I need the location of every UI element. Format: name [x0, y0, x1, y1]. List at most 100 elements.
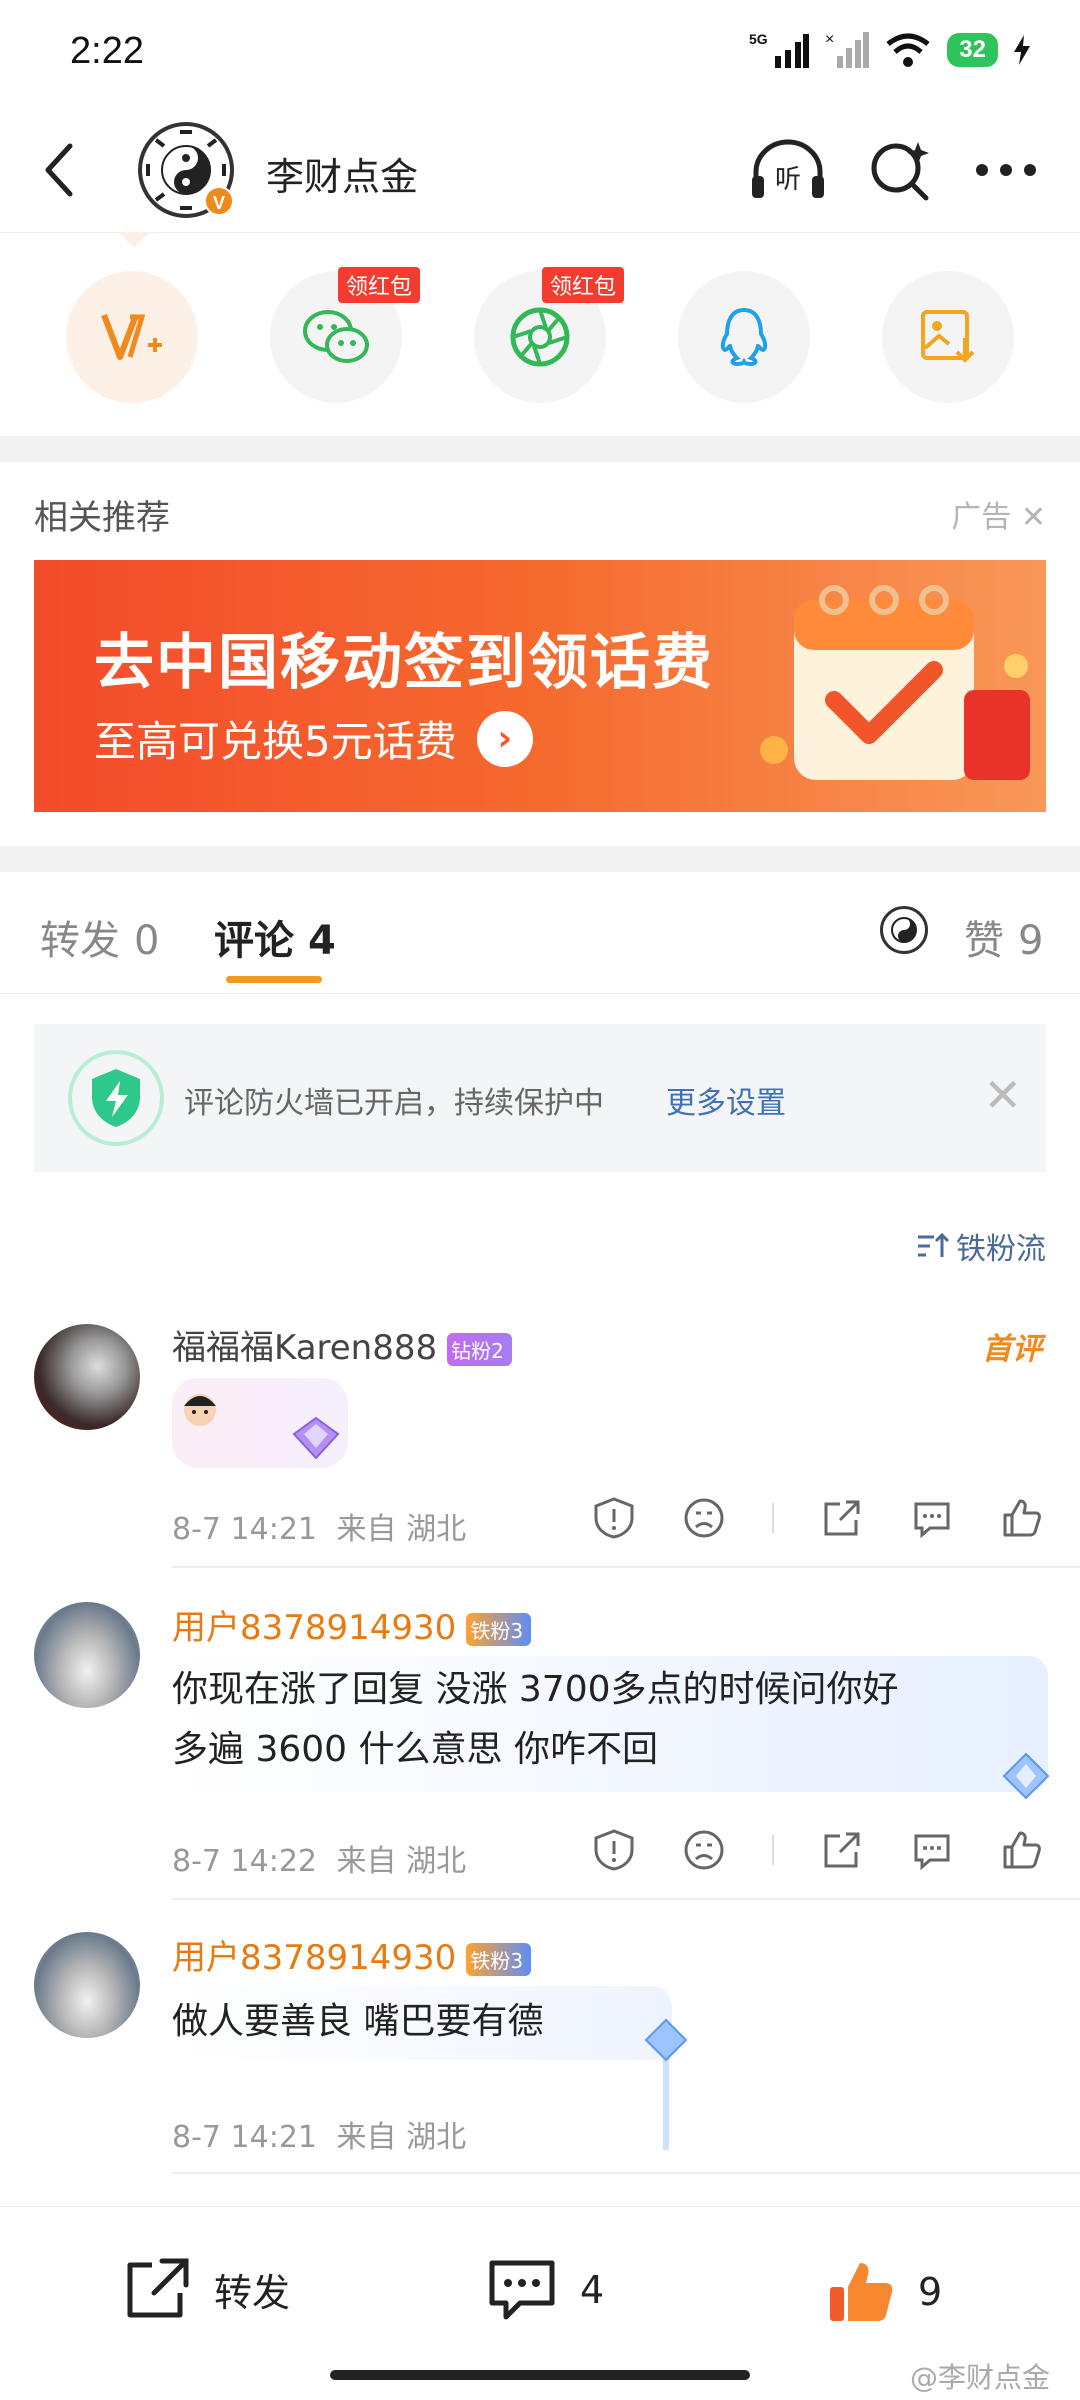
- first-comment-tag: 首评: [982, 1332, 1042, 1367]
- signal-5g-icon: 5G: [749, 31, 810, 68]
- shield-ring: [68, 1050, 164, 1146]
- report-icon[interactable]: [592, 1828, 636, 1872]
- comment-meta: 8-7 14:21 来自 湖北: [172, 1504, 466, 1548]
- sort-icon: [918, 1232, 950, 1257]
- comment-text-line2: 多遍 3600 什么意思 你咋不回: [172, 1729, 658, 1770]
- commenter-avatar[interactable]: [34, 1602, 140, 1708]
- wechat-icon: [303, 310, 369, 363]
- sticker-bubble: [172, 1378, 348, 1468]
- diamond-decoration-icon: [1002, 1752, 1050, 1800]
- like-button[interactable]: 9: [826, 2257, 942, 2327]
- close-icon[interactable]: ✕: [1021, 500, 1046, 535]
- dislike-face-icon[interactable]: [682, 1496, 726, 1540]
- comment-location: 来自 湖北: [336, 1512, 467, 1547]
- active-tab-indicator: [226, 976, 322, 983]
- calendar-check-icon: [760, 585, 1030, 780]
- vip-share-button[interactable]: [66, 271, 198, 403]
- reply-icon[interactable]: [910, 1496, 954, 1540]
- liker-avatar[interactable]: [880, 906, 928, 954]
- section-gap: [0, 846, 1080, 872]
- red-packet-tag: 领红包: [337, 267, 420, 303]
- red-packet-tag: 领红包: [541, 267, 624, 303]
- arrow-right-icon: ›: [476, 710, 533, 767]
- close-icon[interactable]: ✕: [983, 1068, 1022, 1122]
- ad-subline: 至高可兑换5元话费 ›: [94, 708, 533, 769]
- repost-label: 转发: [214, 2270, 291, 2315]
- comment-count: 4: [580, 2268, 605, 2312]
- comment-meta: 8-7 14:22 来自 湖北: [172, 1836, 466, 1880]
- tab-comments-label: 评论: [214, 918, 294, 964]
- tab-likes[interactable]: 赞9: [964, 908, 1043, 966]
- commenter-name[interactable]: 用户8378914930 铁粉3: [172, 1930, 532, 1979]
- more-settings-link[interactable]: 更多设置: [666, 1078, 786, 1122]
- repost-share-icon: [127, 2258, 189, 2318]
- commenter-avatar[interactable]: [34, 1932, 140, 2038]
- share-icon[interactable]: [820, 1496, 864, 1540]
- related-recommend-title: 相关推荐: [34, 498, 170, 538]
- comment-bubble: 做人要善良 嘴巴要有德: [172, 1986, 672, 2060]
- signal-disabled-icon: ×: [825, 31, 870, 68]
- section-gap: [0, 436, 1080, 462]
- ad-banner[interactable]: 去中国移动签到领话费 至高可兑换5元话费 ›: [34, 560, 1046, 812]
- action-separator: [772, 1503, 774, 1533]
- moments-icon: [510, 307, 570, 367]
- tab-likes-label: 赞: [964, 918, 1004, 964]
- comment-time: 8-7 14:21: [172, 2120, 317, 2155]
- like-count: 9: [918, 2270, 943, 2314]
- action-separator: [772, 1835, 774, 1865]
- home-indicator[interactable]: [330, 2370, 750, 2380]
- commenter-name[interactable]: 福福福Karen888 钻粉2: [172, 1320, 512, 1369]
- save-image-button[interactable]: [882, 271, 1014, 403]
- share-icon[interactable]: [820, 1828, 864, 1872]
- comment-divider: [172, 1898, 1080, 1900]
- comment-bubble: 你现在涨了回复 没涨 3700多点的时候问你好 多遍 3600 什么意思 你咋不…: [172, 1656, 1050, 1800]
- like-thumb-icon[interactable]: [1000, 1496, 1044, 1540]
- comment-actions: [592, 1496, 1044, 1540]
- watermark-text: @李财点金: [909, 2361, 1050, 2394]
- tab-repost-label: 转发: [40, 918, 120, 964]
- wechat-share-button[interactable]: 领红包: [270, 267, 420, 403]
- account-name[interactable]: 李财点金: [266, 146, 418, 201]
- moments-share-button[interactable]: 领红包: [474, 267, 624, 403]
- commenter-name[interactable]: 用户8378914930 铁粉3: [172, 1600, 532, 1649]
- tab-repost[interactable]: 转发 0: [40, 908, 159, 966]
- charging-icon: [1014, 35, 1030, 65]
- ad-label: 广告: [951, 500, 1012, 535]
- comment-location: 来自 湖北: [336, 1844, 467, 1879]
- ad-close[interactable]: 广告 ✕: [951, 492, 1046, 536]
- like-thumb-icon[interactable]: [1000, 1828, 1044, 1872]
- comment-time: 8-7 14:22: [172, 1844, 317, 1879]
- reply-icon[interactable]: [910, 1828, 954, 1872]
- sort-label: 铁粉流: [956, 1232, 1046, 1267]
- comment-bubble-icon: [489, 2260, 555, 2320]
- commenter-name-text: 福福福Karen888: [172, 1328, 438, 1368]
- diamond-decoration-icon: [644, 2018, 688, 2150]
- qq-icon: [720, 307, 768, 367]
- sticker-emoji-icon: [184, 1394, 216, 1426]
- status-icons: 5G × 32: [749, 30, 1030, 70]
- liked-thumb-icon: [830, 2263, 893, 2321]
- repost-button[interactable]: 转发: [122, 2257, 290, 2321]
- listen-headphones-icon[interactable]: 听: [750, 138, 826, 202]
- comment-actions: [592, 1828, 1044, 1872]
- verified-badge-icon: V: [204, 186, 234, 216]
- comment-meta: 8-7 14:21 来自 湖北: [172, 2112, 466, 2156]
- tab-comments[interactable]: 评论 4: [214, 908, 336, 966]
- qq-share-button[interactable]: [678, 271, 810, 403]
- search-sparkle-icon[interactable]: [868, 138, 932, 202]
- diamond-decoration-icon: [292, 1416, 340, 1460]
- vip-plus-icon: [101, 313, 162, 360]
- share-row: 领红包 领红包: [0, 232, 1080, 432]
- back-arrow-icon[interactable]: [36, 140, 86, 200]
- comment-firewall-notice: 评论防火墙已开启，持续保护中 更多设置 ✕: [34, 1024, 1046, 1172]
- svg-text:5G: 5G: [749, 31, 768, 47]
- commenter-name-text: 用户8378914930: [172, 1938, 457, 1978]
- sort-toggle[interactable]: 铁粉流: [916, 1224, 1046, 1268]
- dislike-face-icon[interactable]: [682, 1828, 726, 1872]
- shield-lightning-icon: [92, 1069, 140, 1127]
- commenter-avatar[interactable]: [34, 1324, 140, 1430]
- more-options-icon[interactable]: [972, 142, 1040, 198]
- comment-button[interactable]: 4: [486, 2257, 604, 2323]
- report-icon[interactable]: [592, 1496, 636, 1540]
- comment-location: 来自 湖北: [336, 2120, 467, 2155]
